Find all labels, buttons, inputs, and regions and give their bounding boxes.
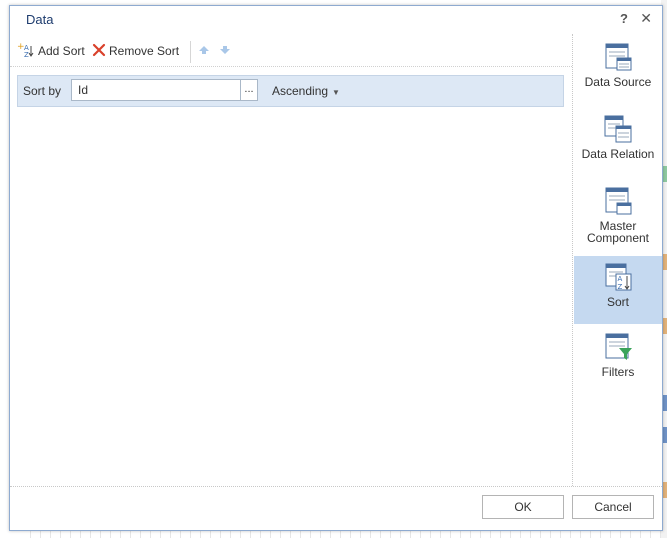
sort-row[interactable]: Sort by Id ... Ascending ▼ [17, 75, 564, 107]
add-sort-icon: + A Z [17, 42, 35, 61]
sidebar-item-label: Master Component [586, 219, 650, 245]
sidebar-item-data-source[interactable]: Data Source [574, 42, 662, 102]
filters-icon [603, 332, 633, 362]
remove-sort-label: Remove Sort [109, 44, 180, 58]
dialog-titlebar[interactable]: Data ? ✕ [10, 6, 662, 34]
remove-icon [92, 43, 106, 60]
help-button[interactable]: ? [620, 11, 628, 26]
data-sidebar: Data Source Data Relation Master Compone… [573, 34, 663, 486]
sort-by-label: Sort by [23, 84, 62, 98]
sidebar-item-label: Filters [601, 365, 635, 379]
arrow-down-icon [220, 46, 230, 54]
arrow-up-icon [199, 46, 209, 54]
sort-order-dropdown[interactable]: Ascending ▼ [272, 84, 340, 98]
data-source-icon [603, 42, 633, 72]
add-sort-button[interactable]: + A Z Add Sort [17, 42, 85, 60]
sidebar-item-label: Data Relation [581, 147, 655, 161]
data-dialog: Data ? ✕ + A Z Add Sort Remove Sort Sort… [9, 5, 663, 531]
chevron-down-icon: ▼ [332, 88, 340, 97]
svg-text:Z: Z [618, 283, 623, 291]
data-relation-icon [603, 114, 633, 144]
close-button[interactable]: ✕ [640, 10, 652, 27]
add-sort-label: Add Sort [38, 44, 85, 58]
sort-toolbar: + A Z Add Sort Remove Sort [10, 34, 572, 67]
cancel-button[interactable]: Cancel [572, 495, 654, 519]
sidebar-item-label: Sort [606, 295, 629, 309]
sidebar-item-label: Data Source [584, 75, 652, 89]
sort-field-input[interactable]: Id [71, 79, 256, 101]
sort-order-value: Ascending [272, 84, 329, 98]
sidebar-item-sort[interactable]: A Z Sort [574, 256, 662, 324]
sidebar-item-master-component[interactable]: Master Component [574, 186, 662, 252]
sidebar-item-data-relation[interactable]: Data Relation [574, 114, 662, 174]
dialog-title: Data [26, 12, 54, 27]
svg-text:Z: Z [24, 51, 29, 58]
toolbar-divider [190, 41, 191, 63]
move-down-button[interactable] [219, 44, 231, 56]
sort-panel: + A Z Add Sort Remove Sort Sort by Id ..… [10, 34, 573, 486]
remove-sort-button[interactable]: Remove Sort [92, 42, 179, 60]
move-up-button[interactable] [198, 44, 210, 56]
dialog-footer: OK Cancel [10, 486, 662, 531]
sidebar-item-filters[interactable]: Filters [574, 332, 662, 392]
svg-text:A: A [618, 275, 623, 283]
browse-field-button[interactable]: ... [240, 79, 258, 101]
sort-icon: A Z [603, 262, 633, 292]
master-component-icon [603, 186, 633, 216]
ok-button[interactable]: OK [482, 495, 564, 519]
